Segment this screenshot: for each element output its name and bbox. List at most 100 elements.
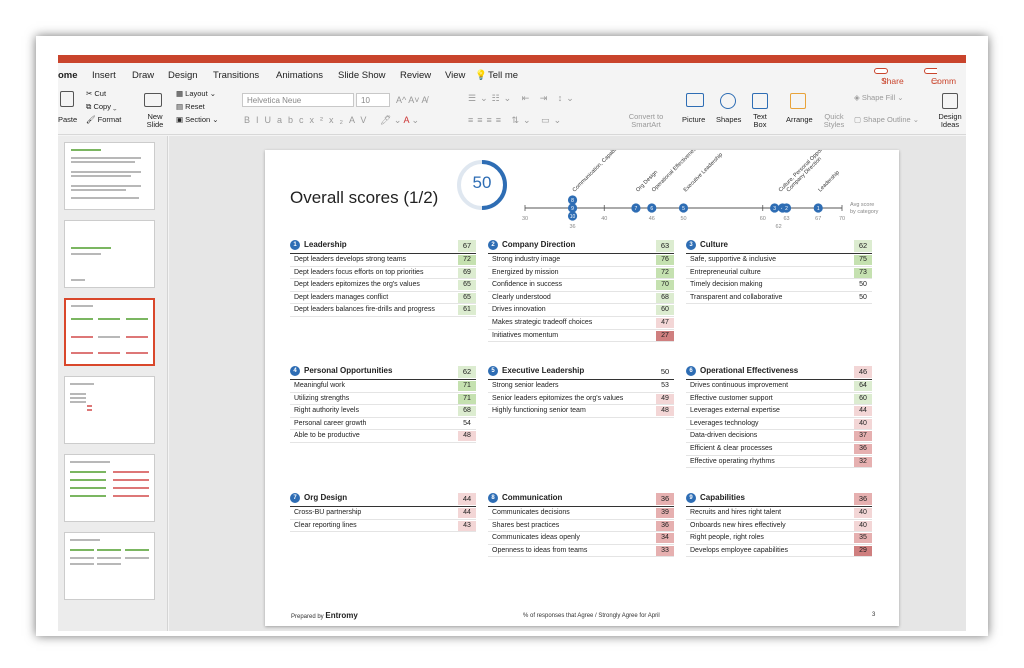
- design-ideas-button[interactable]: Design Ideas: [936, 113, 964, 129]
- score-row-label: Clearly understood: [492, 293, 551, 301]
- score-row: Safe, supportive & inclusive 75: [686, 254, 872, 267]
- score-row-label: Communicates decisions: [492, 509, 570, 516]
- font-format-buttons[interactable]: BIUabcx²x₂AV: [244, 115, 372, 125]
- format-painter-button[interactable]: 🖌 Format: [86, 115, 121, 124]
- score-row-label: Strong senior leaders: [492, 382, 559, 389]
- score-row-label: Makes strategic tradeoff choices: [492, 318, 593, 326]
- cut-button[interactable]: ✂ Cut: [86, 89, 106, 98]
- page-number: 3: [872, 612, 876, 618]
- tab-animations[interactable]: Animations: [276, 70, 323, 81]
- score-row: Transparent and collaborative 50: [686, 292, 872, 305]
- highlight-color[interactable]: 🖊 ⌄ A ⌄: [380, 115, 419, 126]
- score-row-value: 27: [656, 330, 674, 341]
- convert-smartart-button[interactable]: Convert to SmartArt: [624, 113, 668, 129]
- category-score: 50: [656, 366, 674, 378]
- category-score: 62: [458, 366, 476, 378]
- arrange-icon[interactable]: [790, 93, 806, 109]
- picture-icon[interactable]: [686, 93, 704, 107]
- shapes-button[interactable]: Shapes: [716, 115, 741, 124]
- slide-thumbnail-1[interactable]: [64, 142, 155, 210]
- scale-tick-label: 50: [680, 216, 686, 222]
- copy-button[interactable]: ⧉ Copy ⌄: [86, 102, 117, 112]
- powerpoint-window: ome Insert Draw Design Transitions Anima…: [58, 55, 966, 631]
- slide-thumbnails-panel: [58, 136, 168, 631]
- score-row-value: 72: [458, 255, 476, 265]
- score-row: Shares best practices 36: [488, 520, 674, 533]
- category-header: 3 Culture 62: [686, 240, 872, 254]
- align-buttons[interactable]: ≡≡≡≡ ⇅⌄ ▭⌄: [468, 115, 565, 126]
- score-row-label: Right authority levels: [294, 407, 359, 415]
- score-row-value: 60: [656, 305, 674, 316]
- category-block: 6 Operational Effectiveness 46 Drives conti…: [686, 366, 872, 469]
- slide-title: Overall scores (1/2): [290, 188, 439, 207]
- picture-button[interactable]: Picture: [682, 115, 705, 124]
- score-row: Strong senior leaders 53: [488, 380, 674, 393]
- category-name: Capabilities: [700, 493, 745, 503]
- scale-tick-label: 70: [839, 216, 845, 222]
- design-ideas-icon[interactable]: [942, 93, 958, 109]
- score-marker-number: 8: [571, 198, 574, 204]
- score-row-label: Timely decision making: [690, 281, 763, 289]
- scale-tick-label: 60: [760, 216, 766, 222]
- score-row: Develops employee capabilities 29: [686, 545, 872, 558]
- score-row-value: 71: [458, 393, 476, 404]
- tab-review[interactable]: Review: [400, 70, 431, 81]
- tab-design[interactable]: Design: [168, 70, 198, 81]
- new-slide-button[interactable]: New Slide: [142, 113, 168, 129]
- font-name-select[interactable]: Helvetica Neue: [242, 93, 354, 107]
- shape-outline-button[interactable]: ▢ Shape Outline ⌄: [854, 115, 919, 124]
- slide-thumbnail-2[interactable]: [64, 220, 155, 288]
- category-name: Org Design: [304, 493, 348, 503]
- score-row-label: Effective operating rhythms: [690, 457, 775, 465]
- text-box-icon[interactable]: [752, 93, 768, 109]
- scale-tick-label: 40: [601, 216, 607, 222]
- new-slide-icon[interactable]: [144, 93, 162, 107]
- tab-slide-show[interactable]: Slide Show: [338, 70, 386, 81]
- font-grow-shrink[interactable]: A^ A˅ A̸: [396, 95, 428, 105]
- score-row-value: 68: [458, 406, 476, 417]
- layout-button[interactable]: ▦ Layout ⌄: [176, 89, 216, 98]
- score-row-label: Shares best practices: [492, 521, 560, 529]
- tab-transitions[interactable]: Transitions: [213, 70, 259, 81]
- paste-icon[interactable]: [60, 91, 74, 107]
- score-row: Recruits and hires right talent 40: [686, 507, 872, 520]
- slide-thumbnail-6[interactable]: [64, 532, 155, 600]
- tab-home[interactable]: ome: [58, 70, 78, 81]
- score-row: Makes strategic tradeoff choices 47: [488, 317, 674, 330]
- category-number-badge: 2: [488, 240, 498, 250]
- score-row-value: 65: [458, 292, 476, 303]
- score-row-value: 75: [854, 255, 872, 265]
- shapes-icon[interactable]: [720, 93, 736, 109]
- list-buttons[interactable]: ☰⌄☷⌄ ⇤ ⇥ ↕⌄: [468, 93, 578, 104]
- text-box-button[interactable]: Text Box: [750, 113, 770, 129]
- score-row-value: 70: [656, 280, 674, 291]
- category-score: 67: [458, 240, 476, 252]
- score-row-label: Confidence in success: [492, 281, 563, 289]
- category-name: Communication: [502, 493, 563, 503]
- score-row-label: Data-driven decisions: [690, 432, 758, 440]
- arrange-button[interactable]: Arrange: [786, 115, 813, 124]
- tell-me-search[interactable]: Tell me: [488, 70, 518, 81]
- paste-button[interactable]: Paste: [58, 115, 77, 124]
- score-row: Clear reporting lines 43: [290, 520, 476, 533]
- score-row: Leverages technology 40: [686, 418, 872, 431]
- slide-thumbnail-3[interactable]: [64, 298, 155, 366]
- tab-draw[interactable]: Draw: [132, 70, 154, 81]
- quick-styles-button[interactable]: Quick Styles: [822, 113, 846, 129]
- font-size-select[interactable]: 10: [356, 93, 390, 107]
- share-button[interactable]: ⇪ Share: [874, 68, 904, 86]
- category-name: Personal Opportunities: [304, 366, 393, 376]
- footer-prepared-by: Prepared by Entromy: [291, 611, 358, 620]
- tab-view[interactable]: View: [445, 70, 465, 81]
- slide-thumbnail-5[interactable]: [64, 454, 155, 522]
- slide-canvas[interactable]: Overall scores (1/2) 50 30 40 50 60 70 Avg sc…: [265, 150, 899, 626]
- reset-button[interactable]: ▤ Reset: [176, 102, 205, 111]
- score-row-value: 36: [656, 520, 674, 531]
- tab-insert[interactable]: Insert: [92, 70, 116, 81]
- score-row-label: Leverages technology: [690, 419, 759, 427]
- comments-button[interactable]: ▭ Comm: [924, 68, 956, 86]
- shape-fill-button[interactable]: ◈ Shape Fill ⌄: [854, 93, 904, 102]
- slide-thumbnail-4[interactable]: [64, 376, 155, 444]
- section-button[interactable]: ▣ Section ⌄: [176, 115, 219, 124]
- score-row-value: 69: [458, 267, 476, 278]
